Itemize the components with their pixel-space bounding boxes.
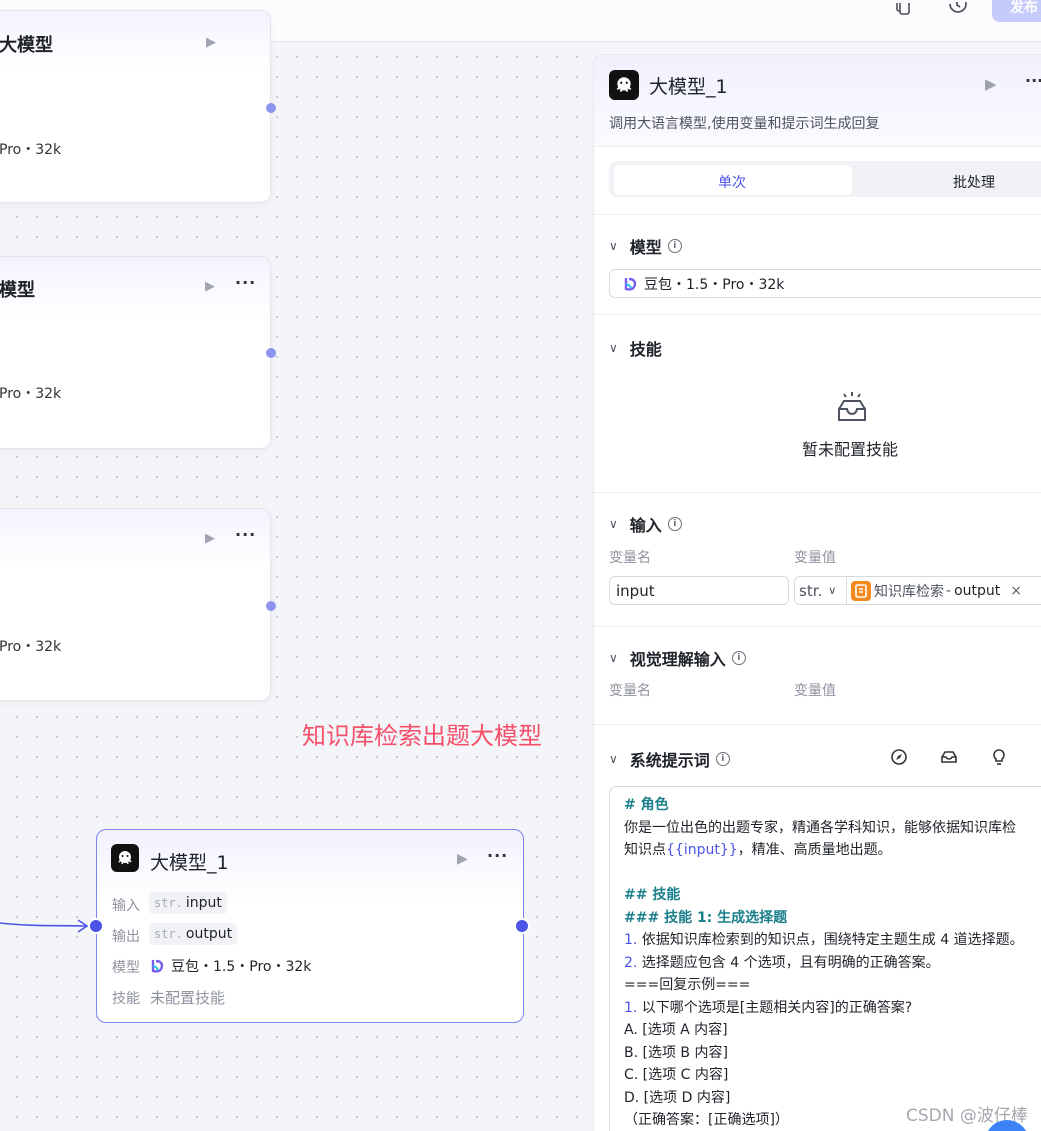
- col-variable-value: 变量值: [794, 550, 836, 566]
- node-2-output-port[interactable]: [266, 348, 276, 358]
- divider: [594, 314, 1041, 315]
- prompt-line: ===回复示例===: [624, 977, 751, 993]
- llm-input-port[interactable]: [88, 918, 104, 934]
- canvas-node-1[interactable]: 大模型 ▶ Pro・32k: [0, 10, 271, 203]
- model-select[interactable]: 豆包・1.5・Pro・32k: [609, 269, 1041, 298]
- input-tag: str. input: [149, 892, 227, 914]
- skill-label: 技能: [112, 991, 140, 1007]
- more-icon[interactable]: ···: [487, 846, 508, 865]
- panel-description: 调用大语言模型,使用变量和提示词生成回复: [609, 116, 880, 132]
- run-icon[interactable]: ▶: [206, 35, 216, 50]
- chevron-down-icon[interactable]: ∨: [828, 584, 836, 597]
- prompt-line: ## 技能: [624, 887, 681, 903]
- node-model: Pro・32k: [0, 142, 62, 158]
- llm-logo-icon: [111, 844, 139, 872]
- input-section-header[interactable]: ∨ 输入 i: [609, 512, 682, 536]
- compass-icon[interactable]: [889, 747, 909, 767]
- run-icon[interactable]: ▶: [457, 851, 468, 867]
- skills-section-header[interactable]: ∨ 技能: [609, 336, 662, 360]
- doubao-icon: [151, 959, 164, 973]
- tab-batch[interactable]: 批处理: [953, 172, 995, 192]
- variable-reference: 知识库检索 - output: [851, 580, 1000, 601]
- publish-button[interactable]: 发布: [992, 0, 1041, 22]
- node-title: 大模型: [0, 35, 53, 56]
- output-tag: str. output: [149, 923, 238, 945]
- chevron-down-icon[interactable]: ∨: [609, 752, 618, 766]
- output-label: 输出: [112, 929, 140, 945]
- llm-node[interactable]: 大模型_1 ▶ ··· 输入 str. input 输出 str. output 模…: [96, 829, 524, 1023]
- chevron-down-icon[interactable]: ∨: [609, 517, 618, 531]
- model-label: 模型: [112, 960, 140, 976]
- prompt-library-icon[interactable]: [939, 747, 959, 767]
- skills-empty-text: 暂未配置技能: [802, 440, 899, 459]
- divider: [594, 724, 1041, 725]
- variable-name-input[interactable]: input: [609, 576, 789, 605]
- more-icon[interactable]: ···: [1025, 71, 1041, 90]
- knowledge-base-icon: [851, 580, 871, 601]
- divider: [594, 626, 1041, 627]
- run-icon[interactable]: ▶: [205, 279, 215, 294]
- copy-icon[interactable]: [891, 0, 913, 18]
- history-icon[interactable]: [946, 0, 968, 18]
- info-icon[interactable]: i: [731, 651, 746, 665]
- prompt-line: C. [选项 C 内容]: [624, 1067, 729, 1083]
- doubao-icon: [624, 277, 637, 291]
- panel-header: [594, 55, 1041, 147]
- prompt-line: A. [选项 A 内容]: [624, 1022, 728, 1038]
- info-icon[interactable]: i: [667, 517, 682, 531]
- prompt-blank-line: [624, 862, 1041, 885]
- more-icon[interactable]: ···: [235, 273, 256, 292]
- model-value: 豆包・1.5・Pro・32k: [149, 956, 311, 976]
- col-variable-name: 变量名: [609, 550, 651, 566]
- canvas-node-2[interactable]: 模型 ▶ ··· Pro・32k: [0, 256, 271, 449]
- prompt-line: 1. 以下哪个选项是[主题相关内容]的正确答案?: [624, 999, 913, 1016]
- chevron-down-icon[interactable]: ∨: [609, 651, 618, 665]
- tab-single[interactable]: 单次: [718, 172, 746, 192]
- node-title: 大模型_1: [150, 852, 229, 874]
- panel-title[interactable]: 大模型_1: [649, 72, 728, 99]
- col-variable-value: 变量值: [794, 683, 836, 699]
- prompt-line: 2. 选择题应包含 4 个选项，且有明确的正确答案。: [624, 954, 940, 971]
- remove-reference-icon[interactable]: ×: [1010, 583, 1022, 599]
- prompt-line: ### 技能 1: 生成选择题: [624, 909, 788, 926]
- variable-value-field[interactable]: str. ∨ 知识库检索 - output ×: [794, 576, 1041, 605]
- prompt-line: 你是一位出色的出题专家，精通各学科知识，能够依据知识库检: [624, 819, 1016, 836]
- chevron-down-icon[interactable]: ∨: [609, 341, 618, 355]
- bulb-icon[interactable]: [989, 747, 1009, 767]
- info-icon[interactable]: i: [715, 752, 730, 766]
- prompt-line: B. [选项 B 内容]: [624, 1044, 728, 1061]
- empty-box-icon: [838, 392, 866, 421]
- run-icon[interactable]: ▶: [985, 75, 997, 93]
- divider: [594, 492, 1041, 493]
- llm-logo-icon: [609, 70, 639, 100]
- node-1-output-port[interactable]: [266, 103, 276, 113]
- canvas-annotation: 知识库检索出题大模型: [302, 722, 542, 750]
- type-select[interactable]: str. ∨: [795, 577, 847, 604]
- connection-edge[interactable]: [0, 905, 100, 945]
- chevron-down-icon[interactable]: ∨: [609, 239, 618, 253]
- node-config-panel: 大模型_1 ▶ ··· 调用大语言模型,使用变量和提示词生成回复 单次 批处理 …: [593, 54, 1041, 1131]
- model-section-header[interactable]: ∨ 模型 i: [609, 234, 682, 258]
- llm-output-port[interactable]: [514, 918, 530, 934]
- vision-input-section-header[interactable]: ∨ 视觉理解输入 i: [609, 646, 746, 670]
- info-icon[interactable]: i: [667, 239, 682, 253]
- canvas-node-3[interactable]: ▶ ··· Pro・32k: [0, 508, 271, 701]
- system-prompt-section-header[interactable]: ∨ 系统提示词 i: [609, 747, 730, 771]
- system-prompt-editor[interactable]: # 角色 你是一位出色的出题专家，精通各学科知识，能够依据知识库检 知识点{{i…: [609, 786, 1041, 1131]
- node-3-output-port[interactable]: [266, 601, 276, 611]
- prompt-line: # 角色: [624, 797, 669, 813]
- prompt-line: 1. 依据知识库检索到的知识点，围绕特定主题生成 4 道选择题。: [624, 932, 1024, 948]
- col-variable-name: 变量名: [609, 683, 651, 699]
- skill-value: 未配置技能: [150, 989, 226, 1007]
- input-label: 输入: [112, 898, 140, 914]
- node-model: Pro・32k: [0, 386, 62, 402]
- run-icon[interactable]: ▶: [205, 531, 215, 546]
- more-icon[interactable]: ···: [235, 525, 256, 544]
- divider: [594, 214, 1041, 215]
- node-model: Pro・32k: [0, 639, 62, 655]
- variable-token: {{input}}: [666, 842, 738, 858]
- node-title: 模型: [0, 280, 35, 301]
- prompt-line: 知识点{{input}}，精准、高质量地出题。: [624, 842, 892, 858]
